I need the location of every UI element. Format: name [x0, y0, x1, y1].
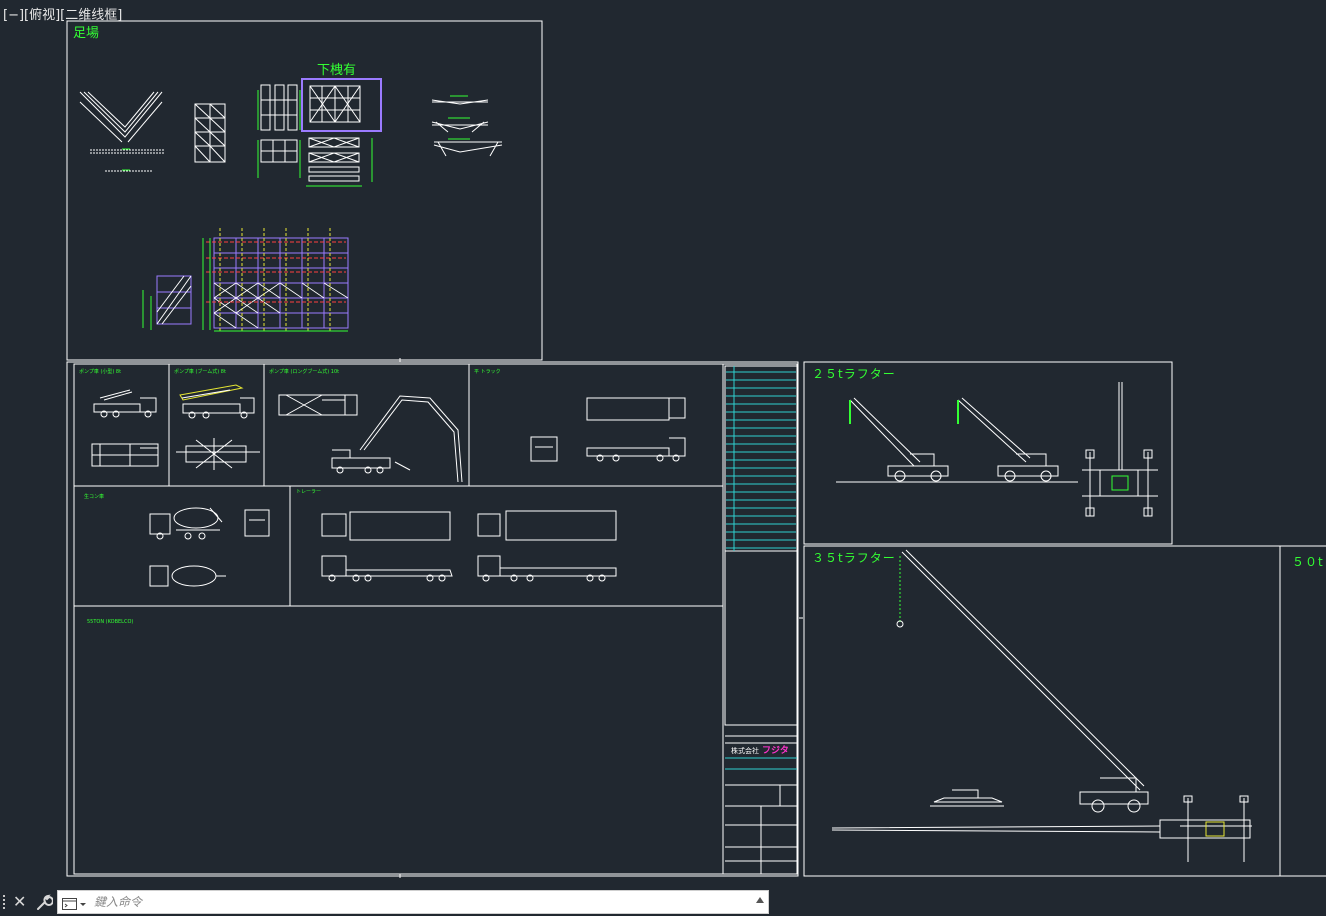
- cell-truck-label: 平 トラック: [474, 369, 501, 375]
- sheet-scaffold-title: 足場: [73, 26, 99, 41]
- sheet-pumps-grid: [74, 364, 724, 874]
- cell-pump1-label: ポンプ車 (小型) 8t: [79, 368, 121, 375]
- scaffold-main-elevation: [142, 228, 349, 332]
- scaffold-elevations: [306, 137, 373, 187]
- command-prompt-icon[interactable]: [62, 896, 86, 910]
- command-input[interactable]: [94, 893, 734, 911]
- cell-mixer-label: 生コン車: [84, 493, 104, 500]
- flatbed-truck-drawing: [530, 397, 686, 462]
- command-line-grip-handle[interactable]: [3, 894, 9, 910]
- crane-25t-side-views: [849, 397, 1059, 482]
- title-block: 株式会社 フジタ: [724, 365, 798, 874]
- company-brand-label: フジタ: [762, 744, 789, 756]
- cell-pump3-label: ポンプ車 (ロングブーム式) 10t: [269, 368, 339, 375]
- command-history-up-arrow-icon[interactable]: [756, 897, 764, 903]
- sheet-50t-title: ５０t: [1292, 555, 1324, 569]
- sheet-scaffold-sublabel: 下栧有: [317, 63, 356, 78]
- sheet-25t-frame: [803, 361, 1173, 545]
- cell-crawler-label: 55TON (KOBELCO): [87, 619, 133, 625]
- pump-truck-long-boom-drawing: [278, 394, 463, 483]
- wrench-icon[interactable]: [35, 892, 54, 912]
- mixer-truck-drawing: [149, 507, 270, 587]
- scaffold-highlight-view: [301, 78, 382, 132]
- company-name-label: 株式会社: [731, 746, 759, 755]
- sheet-pumps[interactable]: ポンプ車 (小型) 8t ポンプ車 (ブーム式) 8t ポンプ車 (ロングブーム…: [66, 361, 799, 877]
- sheet-scaffold-frame: [66, 20, 543, 361]
- scaffold-arch-details: [431, 95, 503, 157]
- cell-pump2-label: ポンプ車 (ブーム式) 8t: [174, 368, 226, 375]
- sheet-pumps-inner-frame: [73, 363, 798, 875]
- sheet-scaffold[interactable]: 足場 下栧有: [66, 20, 543, 361]
- command-input-box[interactable]: [57, 890, 769, 914]
- pump-truck-boom-drawing: [176, 384, 260, 470]
- sheet-25t-title: ２５tラフター: [812, 367, 896, 381]
- sheet-pumps-outer-frame: [66, 361, 799, 877]
- scaffold-upright-frames: [257, 84, 301, 178]
- crane-35t-plan-view: [831, 795, 1252, 862]
- sheet-25t-crane[interactable]: ２５tラフター: [803, 361, 1173, 545]
- trailer-drawing: [321, 510, 617, 582]
- scaffold-frame-grid: [194, 103, 226, 163]
- crane-25t-plan-view: [1082, 382, 1158, 517]
- sheet-35t-crane[interactable]: ３５tラフター: [803, 545, 1281, 877]
- close-icon[interactable]: ✕: [13, 892, 26, 912]
- command-line-bar: ✕: [0, 888, 1326, 916]
- sheet-35t-title: ３５tラフター: [812, 551, 896, 565]
- cell-trailer-label: トレーラー: [296, 489, 321, 495]
- crane-35t-side-view: [896, 549, 1149, 813]
- sheet-50t-crane[interactable]: ５０t: [1279, 545, 1326, 877]
- drawing-canvas[interactable]: 足場 下栧有 ポンプ車 (小型) 8t ポンプ車 (ブーム式) 8t ポンプ車 …: [0, 0, 1326, 916]
- viewport-controls-label[interactable]: [−][俯视][二维线框]: [3, 4, 122, 23]
- pump-truck-small-drawing: [91, 389, 159, 467]
- sheet-50t-frame: [1279, 545, 1326, 877]
- scaffold-chevron-view: [79, 91, 164, 172]
